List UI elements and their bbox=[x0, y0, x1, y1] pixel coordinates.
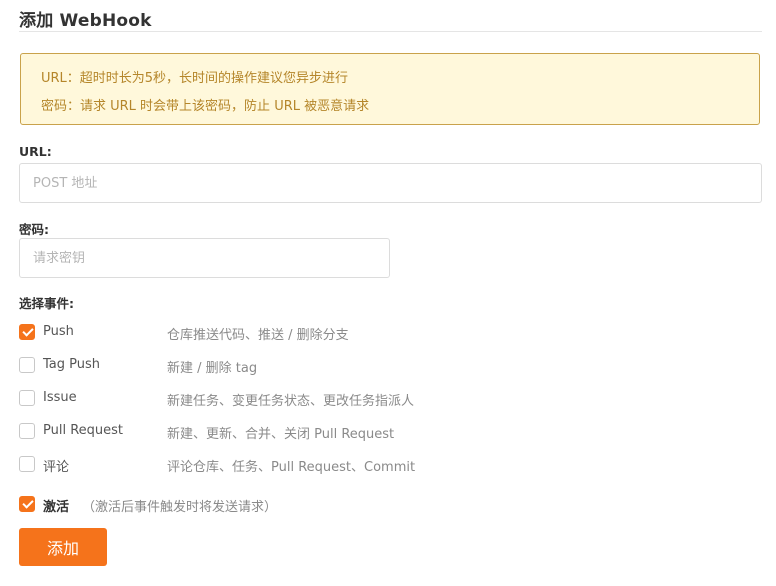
notice-box: URL：超时时长为5秒，长时间的操作建议您异步进行 密码：请求 URL 时会带上… bbox=[20, 53, 760, 125]
events-label: 选择事件: bbox=[19, 296, 74, 311]
issue-checkbox[interactable] bbox=[19, 390, 35, 406]
event-desc-tag-push: 新建 / 删除 tag bbox=[167, 361, 258, 376]
password-input[interactable] bbox=[19, 238, 390, 278]
event-name-comment: 评论 bbox=[43, 460, 70, 475]
pull-request-checkbox[interactable] bbox=[19, 423, 35, 439]
activate-label: 激活 bbox=[43, 500, 70, 515]
notice-password-line: 密码：请求 URL 时会带上该密码，防止 URL 被恶意请求 bbox=[41, 99, 370, 114]
event-desc-push: 仓库推送代码、推送 / 删除分支 bbox=[167, 328, 349, 343]
page-title: 添加 WebHook bbox=[19, 11, 152, 31]
event-row-comment[interactable]: 评论 评论仓库、任务、Pull Request、Commit bbox=[19, 454, 759, 475]
title-divider bbox=[19, 31, 762, 32]
event-row-tag-push[interactable]: Tag Push 新建 / 删除 tag bbox=[19, 355, 759, 376]
event-name-issue: Issue bbox=[43, 390, 77, 405]
event-desc-pull-request: 新建、更新、合并、关闭 Pull Request bbox=[167, 427, 395, 442]
event-name-pull-request: Pull Request bbox=[43, 423, 124, 438]
activate-row[interactable]: 激活 （激活后事件触发时将发送请求） bbox=[19, 494, 759, 515]
comment-checkbox[interactable] bbox=[19, 456, 35, 472]
event-desc-issue: 新建任务、变更任务状态、更改任务指派人 bbox=[167, 394, 415, 409]
event-row-pull-request[interactable]: Pull Request 新建、更新、合并、关闭 Pull Request bbox=[19, 421, 759, 442]
url-label: URL: bbox=[19, 144, 52, 159]
event-name-tag-push: Tag Push bbox=[43, 357, 101, 372]
add-button[interactable]: 添加 bbox=[19, 528, 107, 566]
event-name-push: Push bbox=[43, 324, 74, 339]
event-row-issue[interactable]: Issue 新建任务、变更任务状态、更改任务指派人 bbox=[19, 388, 759, 409]
tag-push-checkbox[interactable] bbox=[19, 357, 35, 373]
notice-url-line: URL：超时时长为5秒，长时间的操作建议您异步进行 bbox=[41, 71, 349, 86]
url-input[interactable] bbox=[19, 163, 762, 203]
activate-hint: （激活后事件触发时将发送请求） bbox=[82, 500, 278, 515]
event-row-push[interactable]: Push 仓库推送代码、推送 / 删除分支 bbox=[19, 322, 759, 343]
password-label: 密码: bbox=[19, 222, 49, 237]
push-checkbox[interactable] bbox=[19, 324, 35, 340]
event-desc-comment: 评论仓库、任务、Pull Request、Commit bbox=[167, 460, 416, 475]
activate-checkbox[interactable] bbox=[19, 496, 35, 512]
